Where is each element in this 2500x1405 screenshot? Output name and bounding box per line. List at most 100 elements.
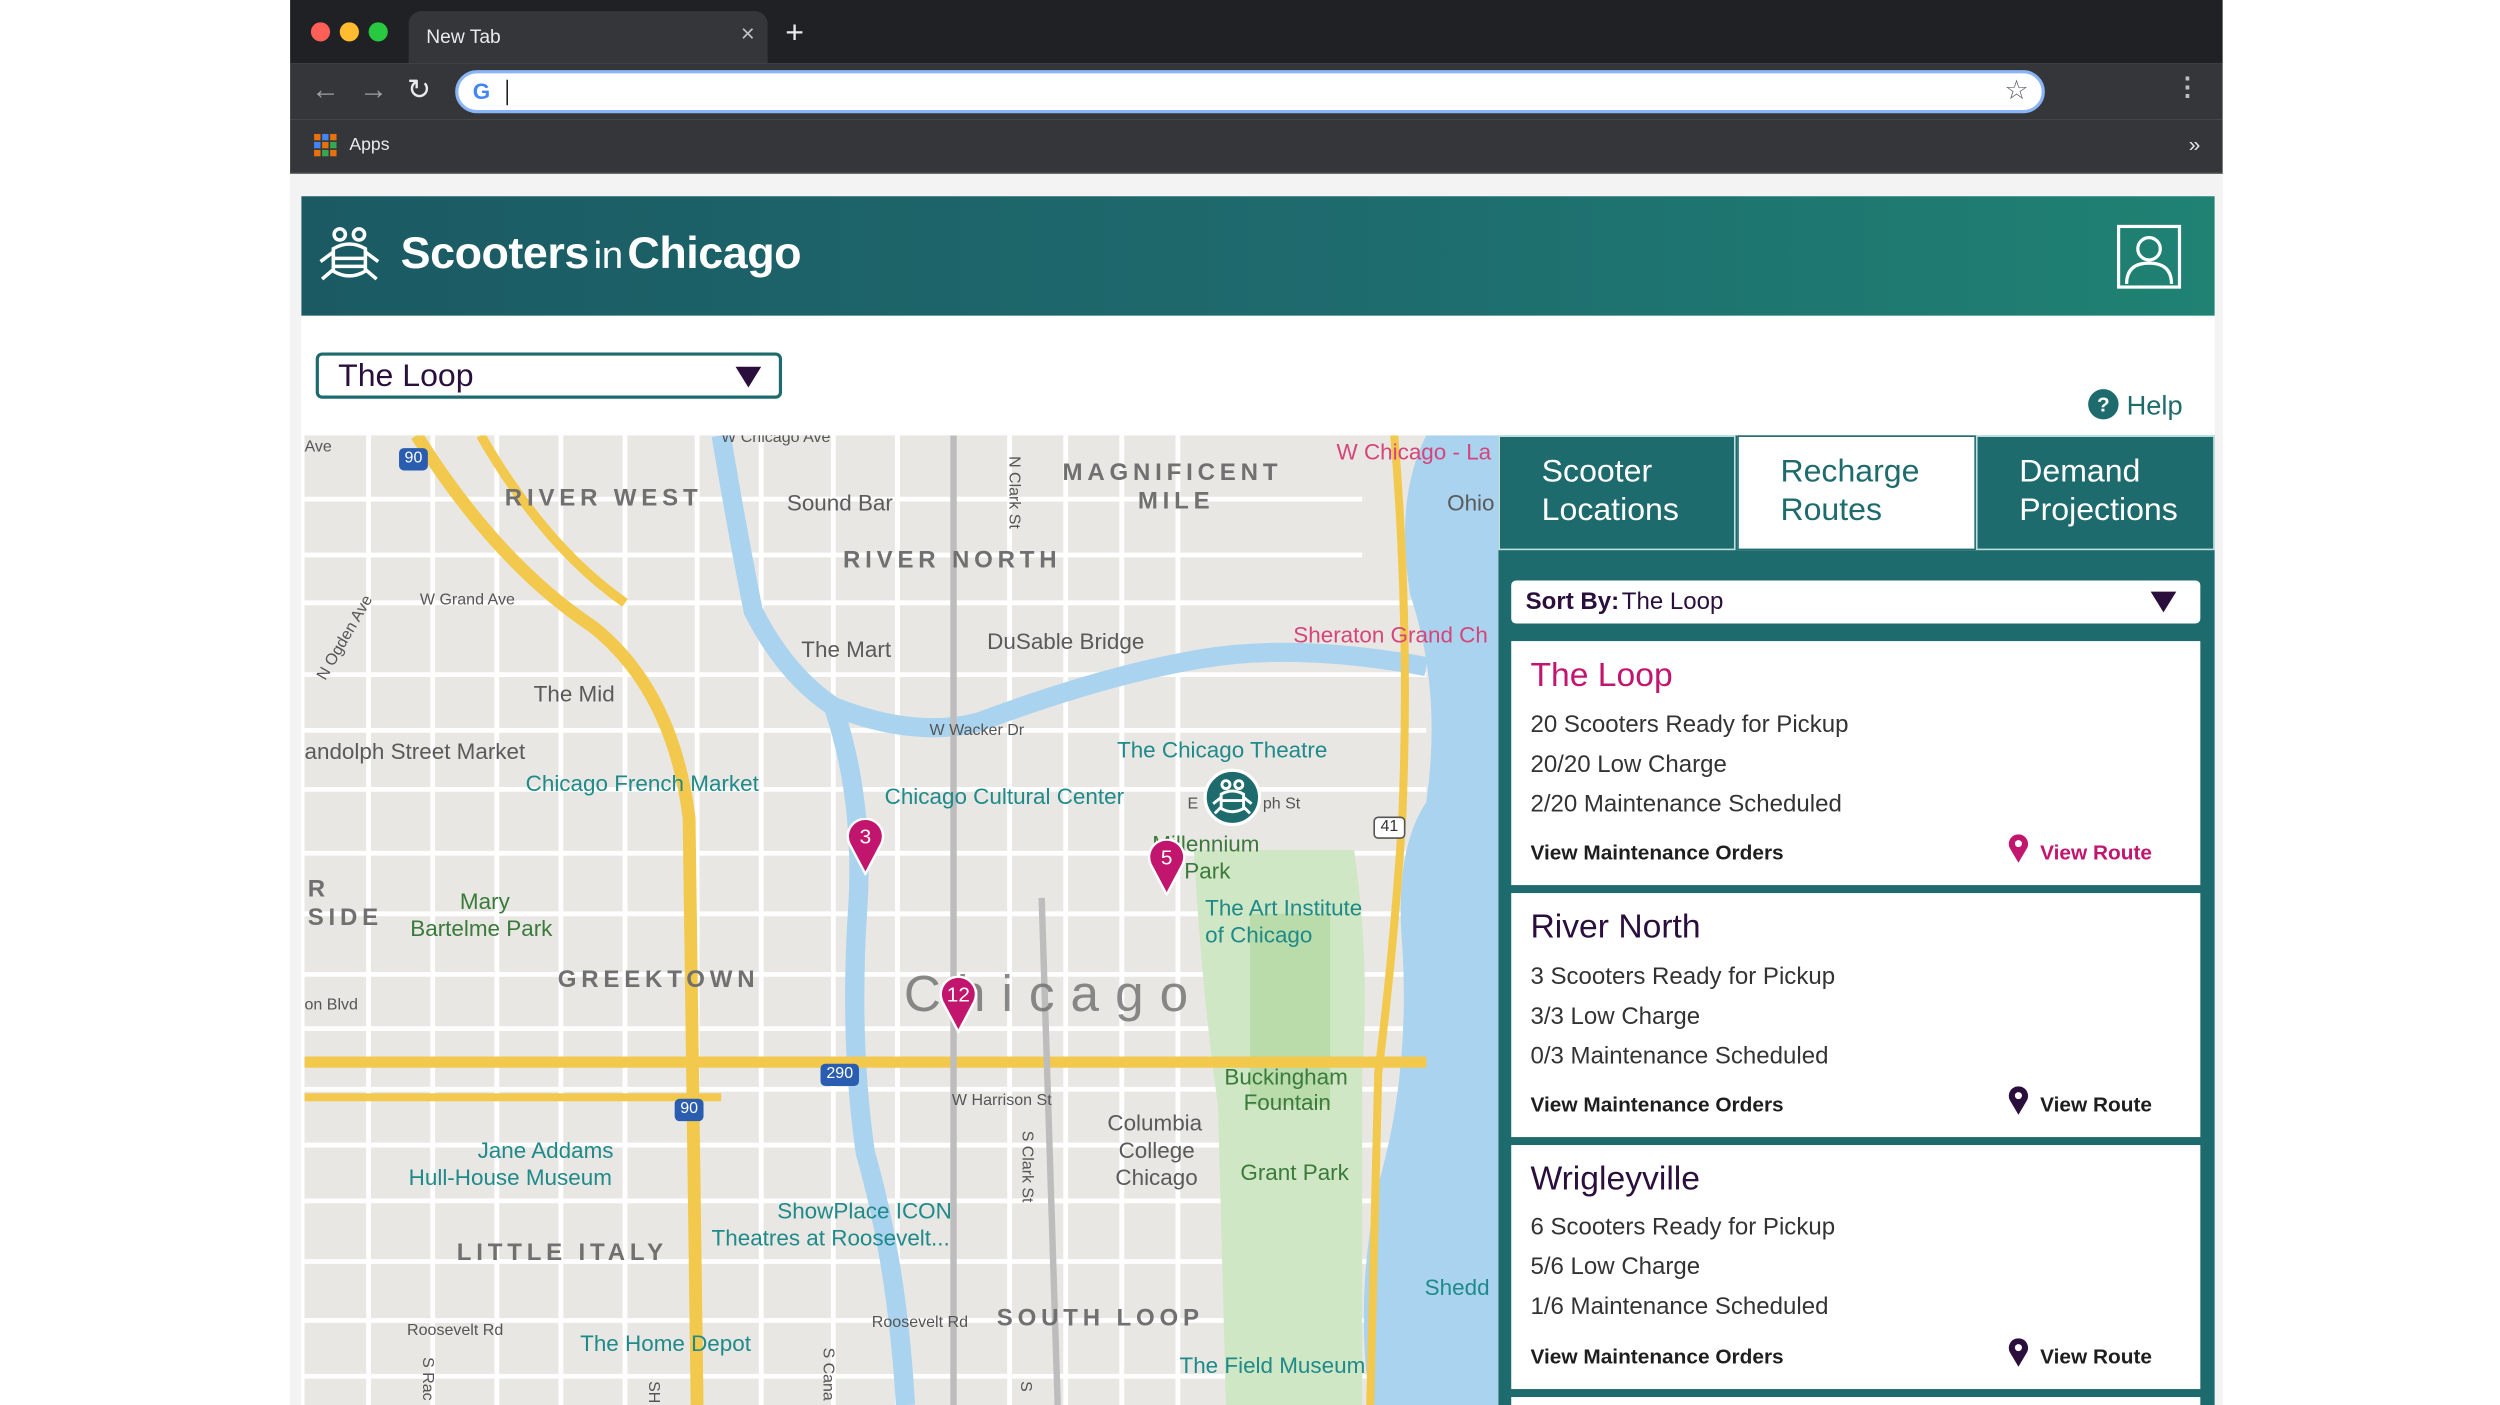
user-account-button[interactable] <box>2116 224 2182 289</box>
view-maintenance-orders-link[interactable]: View Maintenance Orders <box>1530 1344 1783 1368</box>
tab-close-icon[interactable]: × <box>741 21 755 50</box>
area-card-next[interactable] <box>1511 1397 2201 1405</box>
poi-jane-addams-line2[interactable]: Hull-House Museum <box>409 1164 612 1190</box>
help-label: Help <box>2126 390 2183 422</box>
poi-field-museum[interactable]: The Field Museum <box>1179 1352 1365 1378</box>
back-arrow-icon[interactable]: ← <box>311 72 340 107</box>
poi-randolph-market[interactable]: andolph Street Market <box>304 738 525 764</box>
street-on-blvd: on Blvd <box>304 996 358 1015</box>
bookmarks-bar: Apps » <box>290 119 2223 174</box>
brand-name[interactable]: Scooters in Chicago <box>401 228 802 279</box>
poi-buckingham-line1[interactable]: Buckingham <box>1224 1064 1347 1090</box>
dropdown-triangle-icon <box>735 366 762 388</box>
scooter-marker-label: 3 <box>859 824 872 849</box>
more-bookmarks-icon[interactable]: » <box>2189 132 2201 156</box>
poi-columbia-line2[interactable]: College <box>1119 1137 1195 1163</box>
area-card-low-charge: 20/20 Low Charge <box>1530 751 1727 779</box>
tab-recharge-routes[interactable]: Recharge Routes <box>1737 435 1976 551</box>
apps-grid-icon[interactable] <box>314 133 337 157</box>
filter-row: The Loop <box>301 315 2215 436</box>
map-pin-icon <box>2008 834 2029 863</box>
shield-us41: 41 <box>1373 816 1406 839</box>
area-card-title: River North <box>1530 909 1701 946</box>
area-card-low-charge: 5/6 Low Charge <box>1530 1253 1701 1281</box>
browser-menu-icon[interactable]: ⋮ <box>2175 72 2201 104</box>
poi-millennium-line2[interactable]: Park <box>1184 858 1230 884</box>
view-route-label: View Route <box>2040 1092 2152 1117</box>
scooter-hub-marker[interactable] <box>1203 768 1262 827</box>
poi-ohio[interactable]: Ohio <box>1447 490 1494 516</box>
scooter-marker-3[interactable]: 3 <box>846 818 885 876</box>
poi-home-depot[interactable]: The Home Depot <box>580 1330 751 1356</box>
poi-columbia-line1[interactable]: Columbia <box>1107 1110 1202 1136</box>
poi-grant-park[interactable]: Grant Park <box>1240 1159 1348 1185</box>
forward-arrow-icon[interactable]: → <box>359 72 388 107</box>
sort-label: Sort By: <box>1525 588 1620 616</box>
district-river-north: RIVER NORTH <box>842 547 1062 575</box>
view-maintenance-orders-link[interactable]: View Maintenance Orders <box>1530 840 1783 864</box>
tab-demand-projections-label: Demand Projections <box>2019 454 2178 528</box>
tab-demand-projections[interactable]: Demand Projections <box>1975 435 2215 551</box>
tab-scooter-locations[interactable]: Scooter Locations <box>1498 435 1736 551</box>
user-icon <box>2124 236 2174 284</box>
poi-columbia-line3[interactable]: Chicago <box>1115 1164 1197 1190</box>
scooter-marker-label: 12 <box>946 982 970 1007</box>
brand-word-in: in <box>593 234 623 278</box>
poi-showplace-line1[interactable]: ShowPlace ICON <box>777 1198 952 1224</box>
poi-sheraton[interactable]: Sheraton Grand Ch <box>1293 622 1488 648</box>
apps-bookmark[interactable]: Apps <box>349 136 389 155</box>
tab-scooter-locations-label: Scooter Locations <box>1541 454 1679 528</box>
area-card-the-loop[interactable]: The Loop 20 Scooters Ready for Pickup 20… <box>1511 641 2201 886</box>
poi-mary-bartelme-line1[interactable]: Mary <box>460 888 510 914</box>
area-card-wrigleyville[interactable]: Wrigleyville 6 Scooters Ready for Pickup… <box>1511 1145 2201 1390</box>
location-select-value: The Loop <box>338 358 474 394</box>
area-card-ready: 6 Scooters Ready for Pickup <box>1530 1213 1836 1241</box>
poi-cultural-center[interactable]: Chicago Cultural Center <box>885 783 1124 809</box>
bookmark-star-icon[interactable]: ☆ <box>2004 75 2028 107</box>
sort-value: The Loop <box>1621 588 1724 616</box>
street-w-grand: W Grand Ave <box>419 591 515 610</box>
browser-tab-bar: New Tab × + <box>290 0 2223 64</box>
app-header: Scooters in Chicago <box>301 196 2215 316</box>
scooter-marker-5[interactable]: 5 <box>1147 838 1186 897</box>
reload-icon[interactable]: ↻ <box>407 72 431 107</box>
scooter-marker-12[interactable]: 12 <box>939 976 978 1034</box>
area-card-ready: 20 Scooters Ready for Pickup <box>1530 711 1849 739</box>
text-caret <box>506 79 509 106</box>
location-select[interactable]: The Loop <box>315 352 783 399</box>
street-w-chicago-ave: W Chicago Ave <box>721 435 831 447</box>
poi-jane-addams-line1[interactable]: Jane Addams <box>478 1137 614 1163</box>
poi-buckingham-line2[interactable]: Fountain <box>1244 1089 1331 1115</box>
street-ave: Ave <box>304 438 332 457</box>
poi-showplace-line2[interactable]: Theatres at Roosevelt... <box>712 1225 950 1251</box>
shield-i290: 290 <box>820 1063 859 1087</box>
poi-the-mart[interactable]: The Mart <box>801 636 891 662</box>
street-s-cana: S Cana <box>818 1347 837 1401</box>
view-maintenance-orders-link[interactable]: View Maintenance Orders <box>1530 1092 1783 1116</box>
poi-french-market[interactable]: Chicago French Market <box>526 770 759 796</box>
dropdown-triangle-icon <box>2150 591 2177 613</box>
poi-art-institute-line2[interactable]: of Chicago <box>1205 922 1312 948</box>
close-window-button[interactable] <box>310 22 331 42</box>
sort-select[interactable]: Sort By: The Loop <box>1511 580 2201 624</box>
scooters-logo-icon[interactable] <box>316 226 383 283</box>
poi-chicago-theatre[interactable]: The Chicago Theatre <box>1117 737 1327 763</box>
area-card-river-north[interactable]: River North 3 Scooters Ready for Pickup … <box>1511 893 2201 1138</box>
poi-mary-bartelme-line2[interactable]: Bartelme Park <box>410 915 552 941</box>
poi-the-mid[interactable]: The Mid <box>534 681 615 707</box>
scooters-logo-icon <box>1212 779 1253 815</box>
scooters-app: Scooters in Chicago The Loop ? Help RIVE… <box>301 196 2215 1405</box>
poi-art-institute-line1[interactable]: The Art Institute <box>1205 895 1362 921</box>
new-tab-button[interactable]: + <box>785 16 804 51</box>
maximize-window-button[interactable] <box>368 22 388 42</box>
poi-sound-bar[interactable]: Sound Bar <box>787 490 893 516</box>
minimize-window-button[interactable] <box>339 22 359 42</box>
browser-tab[interactable]: New Tab × <box>408 11 768 64</box>
poi-shedd[interactable]: Shedd <box>1425 1274 1490 1300</box>
address-bar[interactable]: G ☆ <box>455 70 2045 114</box>
poi-dusable-bridge[interactable]: DuSable Bridge <box>987 628 1144 654</box>
area-card-title: Wrigleyville <box>1530 1160 1701 1198</box>
map-view[interactable]: RIVER WEST MAGNIFICENT MILE RIVER NORTH … <box>304 435 1499 1405</box>
district-side-r: R <box>307 875 330 903</box>
poi-w-chicago[interactable]: W Chicago - La <box>1337 439 1492 465</box>
